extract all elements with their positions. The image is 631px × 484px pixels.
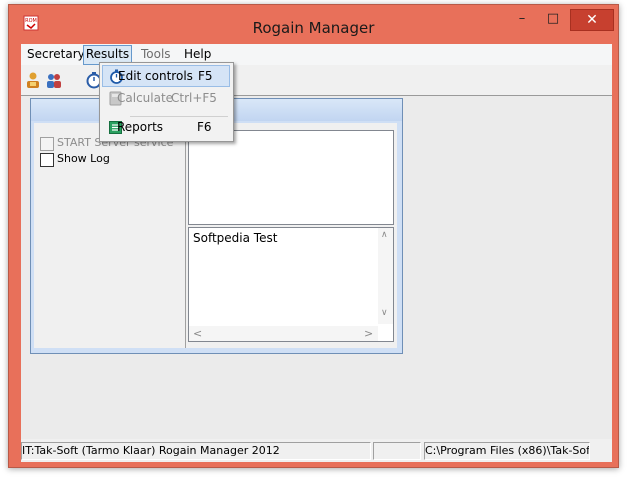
edit-controls-shortcut: F5 <box>198 69 213 83</box>
log-vertical-scrollbar[interactable]: ∧ ∨ <box>378 228 393 324</box>
reports-label: Reports <box>117 120 164 134</box>
menu-item-reports[interactable]: Reports F6 <box>102 117 230 139</box>
close-button[interactable]: ✕ <box>570 9 614 31</box>
calculate-label: Calculate <box>117 91 174 105</box>
start-server-checkbox[interactable] <box>40 137 54 151</box>
scroll-up-icon[interactable]: ∧ <box>381 230 388 240</box>
close-icon: ✕ <box>586 12 598 28</box>
secretary-icon[interactable] <box>24 71 42 89</box>
log-horizontal-scrollbar[interactable]: < > <box>189 326 378 341</box>
maximize-button[interactable]: □ <box>539 9 567 29</box>
log-text: Softpedia Test <box>193 231 278 245</box>
scroll-left-icon[interactable]: < <box>193 327 202 340</box>
menu-secretary[interactable]: Secretary <box>27 47 85 63</box>
info-box[interactable] <box>188 130 394 225</box>
maximize-icon: □ <box>546 11 560 26</box>
show-log-checkbox[interactable] <box>40 153 54 167</box>
minimize-button[interactable]: – <box>508 9 536 29</box>
menu-help[interactable]: Help <box>184 47 211 63</box>
edit-controls-label: Edit controls <box>118 69 193 83</box>
competitors-icon[interactable] <box>45 71 63 89</box>
status-middle <box>373 442 421 460</box>
menu-item-edit-controls[interactable]: Edit controls F5 <box>102 65 230 87</box>
scroll-down-icon[interactable]: ∨ <box>381 308 388 318</box>
minimize-icon: – <box>518 11 526 26</box>
calculate-shortcut: Ctrl+F5 <box>171 91 217 105</box>
reports-shortcut: F6 <box>197 120 212 134</box>
mdi-workspace: START Server service Show Log Softpedia … <box>21 96 612 439</box>
log-box[interactable]: Softpedia Test ∧ ∨ < > <box>188 227 394 342</box>
menu-tools[interactable]: Tools <box>141 47 171 63</box>
server-panel: START Server service Show Log <box>34 123 186 348</box>
scroll-right-icon[interactable]: > <box>364 327 373 340</box>
menu-item-calculate[interactable]: Calculate Ctrl+F5 <box>102 88 230 110</box>
title-bar[interactable]: ROM Rogain Manager – □ ✕ <box>9 5 618 43</box>
status-bar: IT:Tak-Soft (Tarmo Klaar) Rogain Manager… <box>21 440 612 462</box>
status-credit: IT:Tak-Soft (Tarmo Klaar) Rogain Manager… <box>21 442 371 460</box>
child-body: START Server service Show Log Softpedia … <box>34 123 397 348</box>
status-path: C:\Program Files (x86)\Tak-Soft <box>424 442 590 460</box>
results-dropdown-menu: Edit controls F5 Calculate Ctrl+F5 Repor… <box>99 62 234 142</box>
show-log-label: Show Log <box>57 152 110 165</box>
